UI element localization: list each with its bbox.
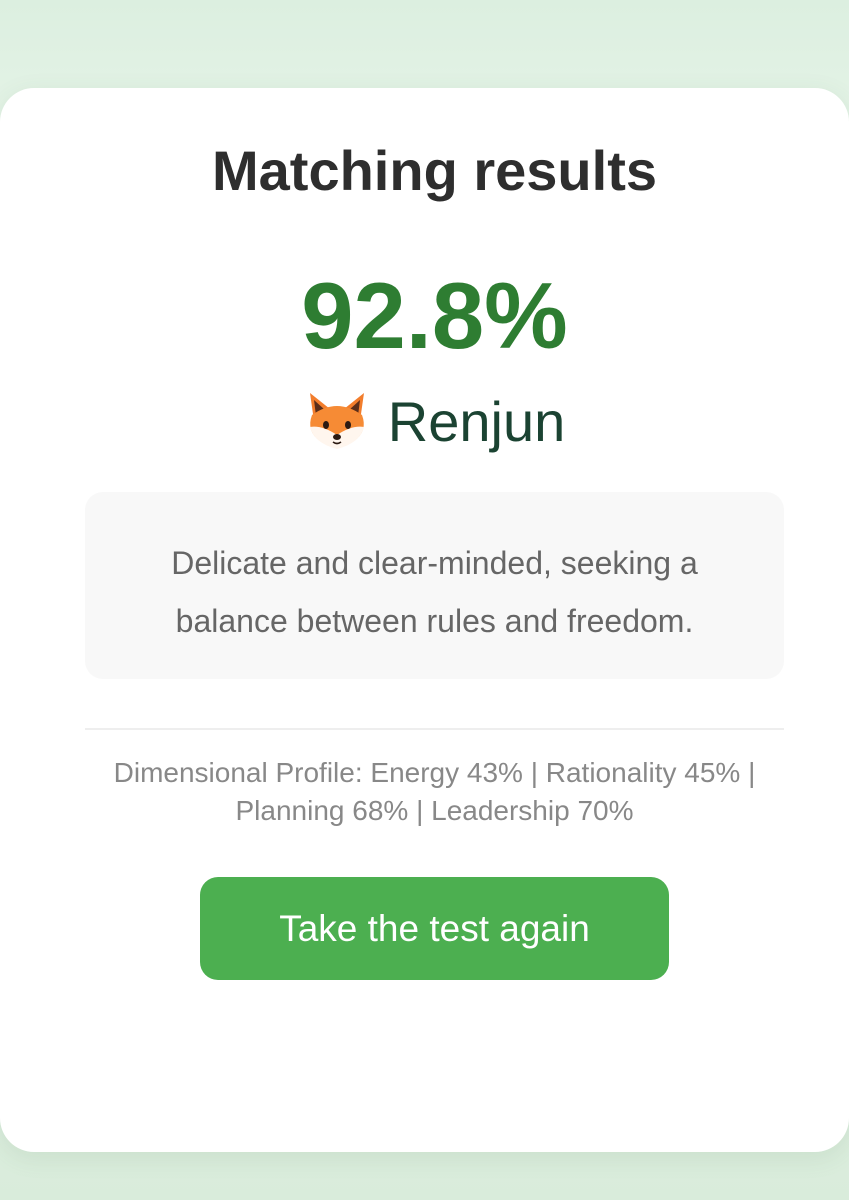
character-row: Renjun	[0, 386, 849, 456]
description-box: Delicate and clear-minded, seeking a bal…	[85, 492, 784, 679]
divider	[85, 728, 784, 730]
description-line: balance between rules and freedom.	[175, 603, 694, 639]
profile-line: Planning 68% | Leadership 70%	[235, 795, 634, 826]
fox-icon	[304, 391, 370, 451]
character-name: Renjun	[387, 389, 566, 453]
profile-line: Dimensional Profile: Energy 43% | Ration…	[113, 757, 756, 788]
dimensional-profile: Dimensional Profile: Energy 43% | Ration…	[70, 754, 799, 830]
match-score: 92.8%	[301, 263, 568, 368]
retake-test-button[interactable]: Take the test again	[200, 877, 669, 980]
page-title: Matching results	[212, 139, 657, 202]
description-line: Delicate and clear-minded, seeking a	[171, 545, 698, 581]
